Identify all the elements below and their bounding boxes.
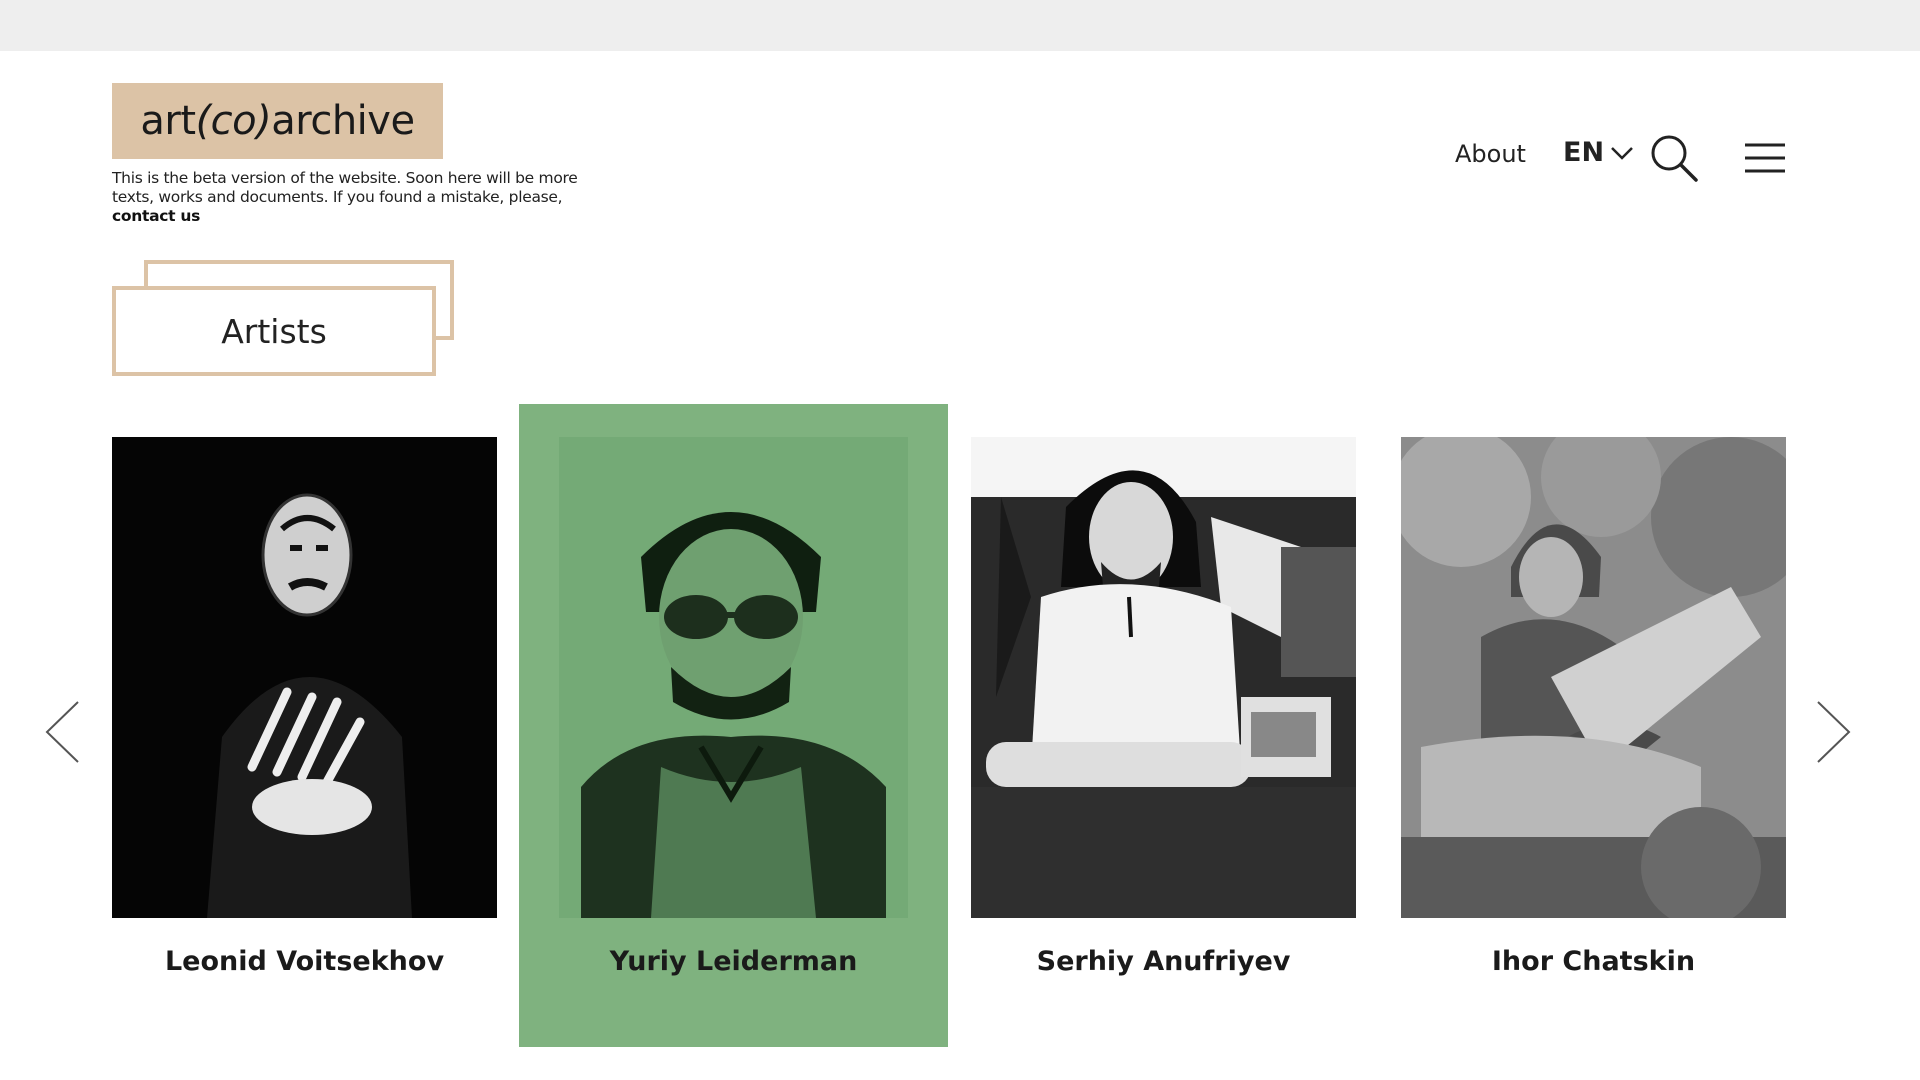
artist-name: Serhiy Anufriyev <box>1036 946 1291 977</box>
language-selector[interactable]: EN <box>1563 137 1634 168</box>
search-icon[interactable] <box>1648 132 1700 184</box>
artist-name: Yuriy Leiderman <box>609 946 858 977</box>
artist-photo <box>971 437 1356 918</box>
chevron-down-icon <box>1611 146 1633 160</box>
artist-photo <box>1401 437 1786 918</box>
artist-name: Leonid Voitsekhov <box>164 946 445 977</box>
beta-notice: This is the beta version of the website.… <box>112 169 612 226</box>
artist-name: Ihor Chatskin <box>1491 946 1696 977</box>
contact-us-link[interactable]: contact us <box>112 207 612 226</box>
artist-card-active[interactable]: Yuriy Leiderman <box>519 404 948 1047</box>
carousel-prev-button[interactable] <box>44 700 80 764</box>
language-label: EN <box>1563 137 1605 168</box>
logo-text: art(co)archive <box>140 98 415 144</box>
browser-top-bar <box>0 0 1920 51</box>
hamburger-menu-icon[interactable] <box>1745 142 1785 174</box>
section-title: Artists <box>221 311 327 351</box>
chevron-left-icon <box>45 701 79 763</box>
artist-photo <box>112 437 497 918</box>
carousel-next-button[interactable] <box>1816 700 1852 764</box>
nav-about-link[interactable]: About <box>1455 140 1526 168</box>
artist-card[interactable]: Serhiy Anufriyev <box>949 404 1378 1047</box>
site-logo[interactable]: art(co)archive <box>112 83 443 159</box>
beta-notice-text: This is the beta version of the website.… <box>112 169 578 206</box>
chevron-right-icon <box>1817 701 1851 763</box>
section-title-box: Artists <box>112 286 436 376</box>
artist-card[interactable]: Ihor Chatskin <box>1379 404 1808 1047</box>
artist-photo <box>541 437 926 918</box>
artist-card[interactable]: Leonid Voitsekhov <box>90 404 519 1047</box>
